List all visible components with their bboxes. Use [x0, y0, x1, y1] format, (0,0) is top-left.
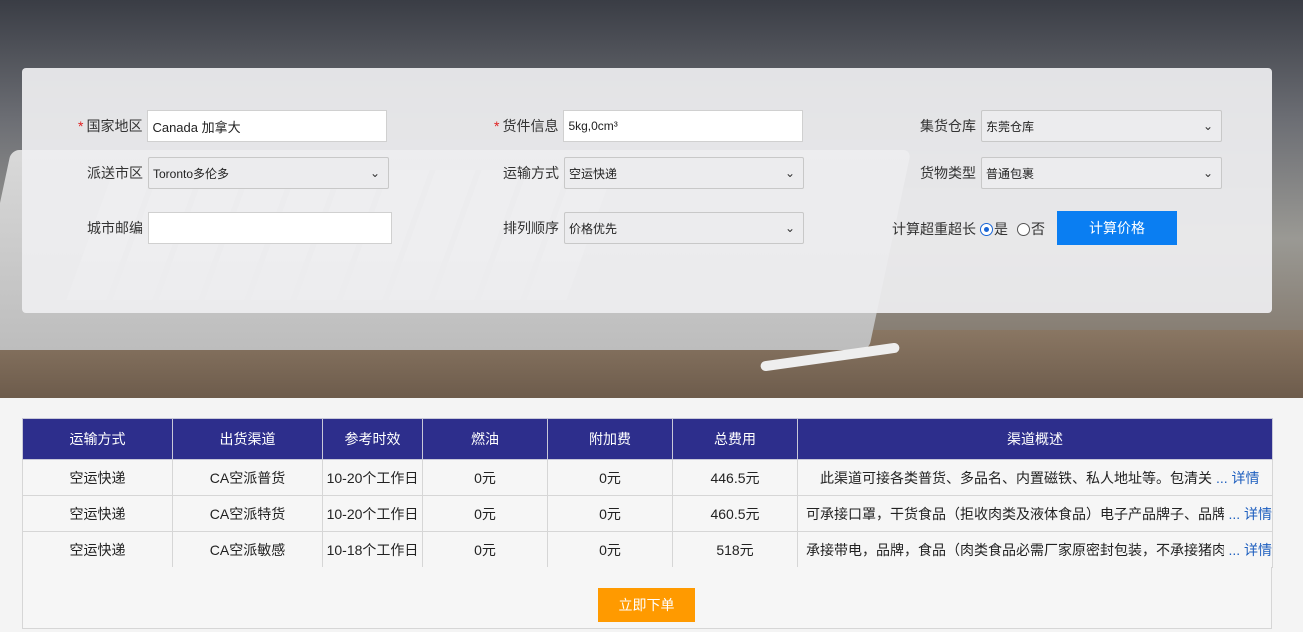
sort-value: 价格优先 — [569, 221, 618, 236]
cell-channel: CA空派普货 — [172, 459, 323, 496]
header-description: 渠道概述 — [797, 418, 1273, 460]
cell-total: 460.5元 — [672, 495, 798, 532]
city-field: 派送市区 Toronto多伦多 ⌄ — [87, 157, 389, 189]
cell-transport: 空运快递 — [22, 459, 173, 496]
chevron-down-icon: ⌄ — [1202, 166, 1213, 180]
cargo-info-input[interactable]: 5kg,0cm³ — [563, 110, 804, 142]
cell-description: 可承接口罩，干货食品（拒收肉类及液体食品）电子产品牌子、品牌... 详情 — [797, 495, 1273, 532]
table-row: 空运快递 CA空派普货 10-20个工作日 0元 0元 446.5元 此渠道可接… — [22, 459, 1273, 496]
cell-total: 446.5元 — [672, 459, 798, 496]
chevron-down-icon: ⌄ — [1202, 119, 1213, 133]
goods-type-select[interactable]: 普通包裹 ⌄ — [981, 157, 1222, 189]
oversize-label: 计算超重超长 — [892, 221, 976, 237]
search-form-panel — [22, 68, 1272, 313]
description-text: 此渠道可接各类普货、多品名、内置磁铁、私人地址等。包清关 — [820, 469, 1212, 486]
order-now-button[interactable]: 立即下单 — [598, 588, 695, 622]
city-label: 派送市区 — [87, 165, 143, 181]
header-channel: 出货渠道 — [172, 418, 323, 460]
postcode-input[interactable] — [148, 212, 392, 244]
cell-transport: 空运快递 — [22, 495, 173, 532]
country-input[interactable]: Canada 加拿大 — [147, 110, 388, 142]
cell-time: 10-18个工作日 — [322, 531, 423, 568]
cell-time: 10-20个工作日 — [322, 459, 423, 496]
header-fuel: 燃油 — [422, 418, 548, 460]
transport-select[interactable]: 空运快递 ⌄ — [564, 157, 804, 189]
results-table: 运输方式 出货渠道 参考时效 燃油 附加费 总费用 渠道概述 空运快递 CA空派… — [22, 418, 1273, 568]
description-text: 承接带电，品牌，食品（肉类食品必需厂家原密封包装，不承接猪肉 — [806, 541, 1225, 558]
oversize-no-label: 否 — [1031, 221, 1045, 237]
oversize-no-radio[interactable]: 否 — [1017, 219, 1045, 239]
country-label: * 国家地区 — [78, 118, 143, 134]
transport-label: 运输方式 — [503, 165, 559, 181]
cargo-info-label: * 货件信息 — [494, 118, 559, 134]
oversize-yes-radio[interactable]: 是 — [980, 219, 1008, 239]
details-link[interactable]: ... 详情 — [1216, 468, 1260, 488]
cell-description: 承接带电，品牌，食品（肉类食品必需厂家原密封包装，不承接猪肉... 详情 — [797, 531, 1273, 568]
postcode-field: 城市邮编 — [87, 212, 392, 244]
header-transport: 运输方式 — [22, 418, 173, 460]
cell-fuel: 0元 — [422, 495, 548, 532]
sort-select[interactable]: 价格优先 ⌄ — [564, 212, 804, 244]
details-link[interactable]: ... 详情 — [1228, 540, 1271, 560]
header-surcharge: 附加费 — [547, 418, 673, 460]
table-header-row: 运输方式 出货渠道 参考时效 燃油 附加费 总费用 渠道概述 — [22, 418, 1273, 460]
radio-unchecked-icon — [1017, 222, 1030, 236]
cell-channel: CA空派敏感 — [172, 531, 323, 568]
transport-value: 空运快递 — [569, 166, 618, 181]
description-text: 可承接口罩，干货食品（拒收肉类及液体食品）电子产品牌子、品牌 — [806, 505, 1225, 522]
header-total: 总费用 — [672, 418, 798, 460]
cell-total: 518元 — [672, 531, 798, 568]
goods-type-field: 货物类型 普通包裹 ⌄ — [920, 157, 1222, 189]
cell-time: 10-20个工作日 — [322, 495, 423, 532]
cell-transport: 空运快递 — [22, 531, 173, 568]
chevron-down-icon: ⌄ — [784, 221, 795, 235]
cell-channel: CA空派特货 — [172, 495, 323, 532]
cell-surcharge: 0元 — [547, 531, 673, 568]
cargo-info-field: * 货件信息 5kg,0cm³ — [494, 110, 804, 142]
cell-fuel: 0元 — [422, 531, 548, 568]
sort-field: 排列顺序 价格优先 ⌄ — [503, 212, 804, 244]
chevron-down-icon: ⌄ — [369, 166, 380, 180]
radio-checked-icon — [980, 222, 993, 236]
oversize-yes-label: 是 — [994, 221, 1008, 237]
chevron-down-icon: ⌄ — [784, 166, 795, 180]
calculate-price-button[interactable]: 计算价格 — [1057, 211, 1177, 245]
details-link[interactable]: ... 详情 — [1228, 504, 1271, 524]
postcode-label: 城市邮编 — [87, 220, 143, 236]
cell-surcharge: 0元 — [547, 495, 673, 532]
warehouse-field: 集货仓库 东莞仓库 ⌄ — [920, 110, 1222, 142]
cell-description: 此渠道可接各类普货、多品名、内置磁铁、私人地址等。包清关... 详情 — [797, 459, 1273, 496]
warehouse-label: 集货仓库 — [920, 118, 976, 134]
sort-label: 排列顺序 — [503, 220, 559, 236]
country-field: * 国家地区 Canada 加拿大 — [78, 110, 388, 142]
goods-type-label: 货物类型 — [920, 165, 976, 181]
warehouse-value: 东莞仓库 — [986, 119, 1035, 134]
table-row: 空运快递 CA空派敏感 10-18个工作日 0元 0元 518元 承接带电，品牌… — [22, 531, 1273, 568]
header-time: 参考时效 — [322, 418, 423, 460]
transport-field: 运输方式 空运快递 ⌄ — [503, 157, 804, 189]
oversize-field: 计算超重超长 是 否 — [892, 219, 1045, 239]
cell-surcharge: 0元 — [547, 459, 673, 496]
warehouse-select[interactable]: 东莞仓库 ⌄ — [981, 110, 1222, 142]
city-select[interactable]: Toronto多伦多 ⌄ — [148, 157, 389, 189]
cell-fuel: 0元 — [422, 459, 548, 496]
city-value: Toronto多伦多 — [153, 166, 230, 181]
table-row: 空运快递 CA空派特货 10-20个工作日 0元 0元 460.5元 可承接口罩… — [22, 495, 1273, 532]
goods-type-value: 普通包裹 — [986, 166, 1035, 181]
